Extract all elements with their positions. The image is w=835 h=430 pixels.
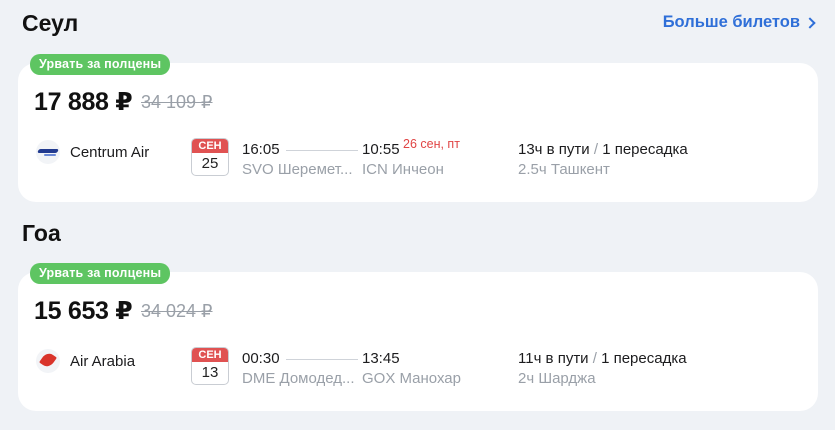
destination-title: Сеул [22, 10, 79, 36]
departure-airport: SVO Шеремет... [242, 161, 353, 178]
more-tickets-label: Больше билетов [662, 13, 800, 31]
flight-duration: 13ч в пути / 1 пересадка [518, 141, 688, 158]
chevron-right-icon [804, 17, 816, 29]
date-month: СЕН [192, 139, 228, 153]
discount-badge: Урвать за полцены [30, 263, 171, 284]
route-line [286, 359, 358, 360]
centrum-air-logo-icon [36, 140, 60, 164]
stops-text: 1 пересадка [601, 350, 687, 367]
discount-badge: Урвать за полцены [30, 54, 171, 75]
calendar-date-icon: СЕН 25 [191, 138, 229, 176]
more-tickets-link[interactable]: Больше билетов [662, 13, 816, 32]
old-price: 34 024 ₽ [141, 301, 213, 321]
airline-info: Air Arabia [36, 349, 135, 373]
date-day: 13 [201, 364, 219, 381]
ticket-card[interactable]: Урвать за полцены 17 888 ₽ 34 109 ₽ Cent… [18, 54, 818, 202]
section-header: Сеул Больше билетов [18, 0, 818, 46]
duration-text: 13ч в пути [518, 141, 590, 158]
arrival-airport: GOX Манохар [362, 370, 461, 387]
ticket-price: 15 653 ₽ [34, 297, 133, 325]
airline-name: Centrum Air [70, 143, 150, 161]
ticket-price: 17 888 ₽ [34, 88, 133, 116]
stops-text: 1 пересадка [602, 141, 688, 158]
date-day: 25 [201, 155, 219, 172]
layover-info: 2.5ч Ташкент [518, 161, 610, 178]
departure-time: 16:05 [242, 141, 280, 158]
air-arabia-logo-icon [36, 349, 60, 373]
airline-info: Centrum Air [36, 140, 149, 164]
arrival-time: 10:55 [362, 141, 400, 158]
layover-info: 2ч Шарджа [518, 370, 596, 387]
separator: / [592, 350, 597, 367]
departure-time: 00:30 [242, 350, 280, 367]
route-line [286, 150, 358, 151]
destination-section-seoul: Сеул Больше билетов Урвать за полцены 17… [18, 0, 818, 202]
section-header: Гоа [18, 210, 818, 256]
old-price: 34 109 ₽ [141, 92, 213, 112]
separator: / [593, 141, 599, 158]
ticket-card[interactable]: Урвать за полцены 15 653 ₽ 34 024 ₽ Air … [18, 263, 818, 411]
arrival-date: 26 сен, пт [403, 137, 460, 151]
calendar-date-icon: СЕН 13 [191, 347, 229, 385]
date-month: СЕН [192, 348, 228, 362]
destination-section-goa: Гоа Урвать за полцены 15 653 ₽ 34 024 ₽ … [18, 210, 818, 411]
arrival-airport: ICN Инчеон [362, 161, 444, 178]
duration-text: 11ч в пути [518, 350, 589, 367]
flight-duration: 11ч в пути / 1 пересадка [518, 350, 687, 367]
arrival-time: 13:45 [362, 350, 400, 367]
departure-airport: DME Домодед... [242, 370, 355, 387]
airline-name: Air Arabia [70, 352, 136, 370]
destination-title: Гоа [22, 220, 61, 246]
